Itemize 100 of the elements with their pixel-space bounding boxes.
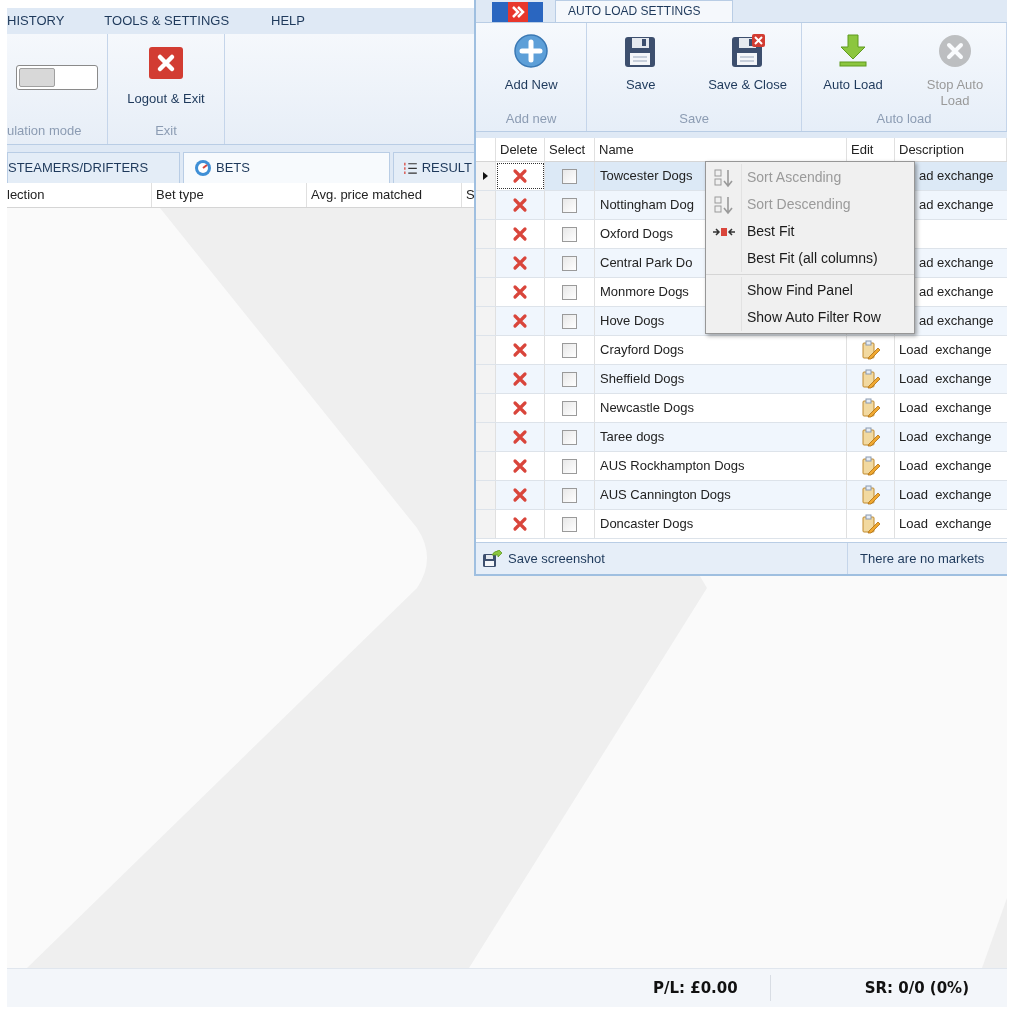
context-menu-item[interactable]: Show Auto Filter Row (706, 304, 914, 331)
status-message: There are no markets (859, 549, 985, 568)
table-cell-text: Central Park Do (600, 254, 693, 273)
checkbox[interactable] (562, 400, 577, 416)
delete-icon[interactable] (512, 197, 528, 213)
checkbox[interactable] (562, 168, 577, 184)
menu-item[interactable]: HISTORY (7, 11, 105, 31)
grid-row[interactable]: AUS Rockhampton Dogs Load exchange (476, 452, 1007, 481)
context-menu-item[interactable]: Best Fit (706, 218, 914, 245)
row-indicator-cell[interactable] (476, 162, 496, 190)
row-indicator-cell[interactable] (476, 249, 496, 277)
toggle-switch[interactable] (16, 64, 98, 90)
row-indicator-cell[interactable] (476, 191, 496, 219)
close-icon (149, 46, 183, 79)
checkbox[interactable] (562, 487, 577, 503)
checkbox[interactable] (562, 458, 577, 474)
grid-row[interactable]: Sheffield Dogs Load exchange (476, 365, 1007, 394)
logout-exit-button[interactable]: Logout & Exit (123, 46, 209, 108)
delete-icon[interactable] (512, 168, 528, 184)
edit-icon[interactable] (861, 485, 880, 505)
row-indicator-cell[interactable] (476, 423, 496, 451)
checkbox[interactable] (562, 371, 577, 387)
table-cell-text: Load exchange (899, 428, 992, 447)
ribbon-group-label: ulation mode (7, 121, 82, 140)
table-cell-text: Doncaster Dogs (600, 515, 694, 534)
ribbon-button[interactable]: Add New (488, 33, 575, 93)
table-cell-text: Load exchange (899, 486, 992, 505)
table-cell-text: Load exchange (899, 370, 992, 389)
ribbon-button[interactable]: Auto Load (810, 33, 896, 93)
checkbox[interactable] (562, 429, 577, 445)
edit-icon[interactable] (861, 369, 880, 389)
row-indicator-cell[interactable] (476, 278, 496, 306)
table-cell-text: Nottingham Dog (600, 196, 694, 215)
row-indicator-cell[interactable] (476, 452, 496, 480)
column-header[interactable]: Delete (496, 138, 545, 161)
delete-icon[interactable] (512, 284, 528, 300)
edit-icon[interactable] (861, 340, 880, 360)
checkbox[interactable] (562, 516, 577, 532)
edit-icon[interactable] (861, 427, 880, 447)
table-cell-text: Oxford Dogs (600, 225, 673, 244)
menu-item[interactable]: HELP (271, 11, 348, 31)
table-cell-text: Monmore Dogs (600, 283, 689, 302)
ribbon-button[interactable]: Save (597, 33, 684, 93)
table-cell-text: Sheffield Dogs (600, 370, 685, 389)
row-indicator-cell[interactable] (476, 365, 496, 393)
row-indicator-cell[interactable] (476, 336, 496, 364)
row-indicator-cell[interactable] (476, 307, 496, 335)
edit-icon[interactable] (861, 456, 880, 476)
delete-icon[interactable] (512, 429, 528, 445)
delete-icon[interactable] (512, 313, 528, 329)
checkbox[interactable] (562, 284, 577, 300)
table-cell-text: ad exchange (919, 283, 994, 302)
ribbon-tab[interactable]: AUTO LOAD SETTINGS (555, 0, 733, 22)
table-cell-text: ad exchange (919, 167, 994, 186)
grid-row[interactable]: Doncaster Dogs Load exchange (476, 510, 1007, 539)
table-cell-text: AUS Cannington Dogs (600, 486, 731, 505)
edit-icon[interactable] (861, 514, 880, 534)
tab[interactable]: BETS (183, 152, 390, 183)
context-menu-item[interactable]: Show Find Panel (706, 277, 914, 304)
delete-icon[interactable] (512, 400, 528, 416)
delete-icon[interactable] (512, 487, 528, 503)
checkbox[interactable] (562, 313, 577, 329)
table-cell-text: Hove Dogs (600, 312, 665, 331)
grid-row[interactable]: Taree dogs Load exchange (476, 423, 1007, 452)
table-cell-text: ad exchange (919, 254, 994, 273)
delete-icon[interactable] (512, 226, 528, 242)
delete-icon[interactable] (512, 342, 528, 358)
grid-row[interactable]: AUS Cannington Dogs Load exchange (476, 481, 1007, 510)
table-cell-text: AUS Rockhampton Dogs (600, 457, 745, 476)
profit-loss-label: P/L: £0.00 (652, 977, 739, 999)
edit-icon[interactable] (861, 398, 880, 418)
table-cell-text: Load exchange (899, 515, 992, 534)
delete-icon[interactable] (512, 458, 528, 474)
table-cell-text: Towcester Dogs (600, 167, 693, 186)
column-header[interactable]: lection (7, 183, 152, 207)
checkbox[interactable] (562, 342, 577, 358)
save-screenshot-button[interactable]: Save screenshot (476, 543, 848, 574)
menu-item[interactable]: TOOLS & SETTINGS (104, 11, 272, 31)
row-indicator-cell[interactable] (476, 394, 496, 422)
row-indicator-cell[interactable] (476, 510, 496, 538)
app-menu-button[interactable] (492, 2, 543, 22)
grid-row[interactable]: Crayford Dogs Load exchange (476, 336, 1007, 365)
checkbox[interactable] (562, 197, 577, 213)
tab[interactable]: STEAMERS/DRIFTERS (7, 152, 180, 183)
delete-icon[interactable] (512, 516, 528, 532)
best-fit-icon (712, 226, 735, 237)
ribbon-button[interactable]: Save & Close (704, 33, 791, 93)
delete-icon[interactable] (512, 371, 528, 387)
table-cell-text: Load exchange (899, 341, 992, 360)
column-header[interactable]: Avg. price matched (307, 183, 462, 207)
delete-icon[interactable] (512, 255, 528, 271)
table-cell-text: ad exchange (919, 312, 994, 331)
grid-row[interactable]: Newcastle Dogs Load exchange (476, 394, 1007, 423)
checkbox[interactable] (562, 255, 577, 271)
checkbox[interactable] (562, 226, 577, 242)
row-indicator-cell[interactable] (476, 220, 496, 248)
column-header[interactable]: Select (545, 138, 595, 161)
save-export-icon (482, 549, 502, 568)
column-header[interactable]: Bet type (152, 183, 307, 207)
row-indicator-cell[interactable] (476, 481, 496, 509)
